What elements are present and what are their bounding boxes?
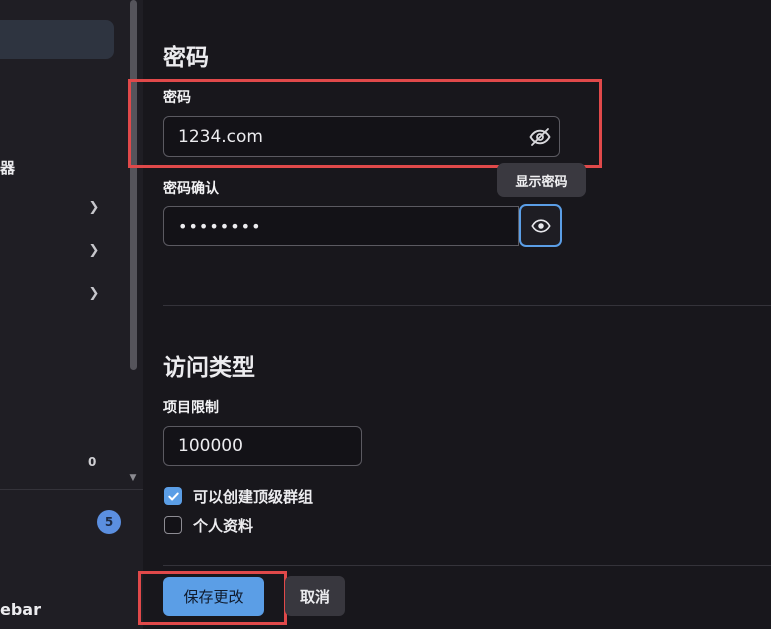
access-section-heading: 访问类型: [163, 355, 255, 381]
checkmark-icon: [167, 492, 179, 500]
sidebar-item-fragment[interactable]: 器: [0, 157, 15, 178]
sidebar-divider: [0, 489, 143, 490]
projects-limit-value: 100000: [178, 436, 243, 456]
password-section-heading: 密码: [163, 45, 209, 71]
cancel-button[interactable]: 取消: [285, 576, 345, 616]
password-confirm-input[interactable]: ••••••••: [163, 206, 519, 246]
password-label: 密码: [163, 90, 191, 106]
sidebar: 器 ❯ ❯ ❯ 0 ▼ 5 ebar: [0, 0, 143, 629]
can-create-group-label[interactable]: 可以创建顶级群组: [193, 486, 313, 507]
projects-limit-input[interactable]: 100000: [163, 426, 362, 466]
chevron-right-icon[interactable]: ❯: [88, 243, 100, 258]
sidebar-count: 0: [88, 455, 97, 469]
count-badge: 5: [97, 510, 121, 534]
save-changes-button[interactable]: 保存更改: [163, 577, 264, 616]
password-input[interactable]: 1234.com: [163, 116, 560, 157]
private-profile-label[interactable]: 个人资料: [193, 515, 253, 536]
footer-divider: [163, 565, 771, 566]
can-create-group-checkbox[interactable]: [164, 487, 182, 505]
eye-off-icon[interactable]: [528, 125, 552, 149]
show-password-tooltip: 显示密码: [497, 163, 586, 197]
sidebar-active-item[interactable]: [0, 20, 114, 59]
password-confirm-masked: ••••••••: [178, 216, 262, 236]
sidebar-scrollbar-thumb[interactable]: [130, 0, 137, 370]
password-value: 1234.com: [178, 126, 263, 147]
chevron-right-icon[interactable]: ❯: [88, 286, 100, 301]
eye-icon: [530, 218, 551, 233]
show-password-button[interactable]: [519, 204, 562, 247]
projects-limit-label: 项目限制: [163, 400, 219, 416]
scroll-down-arrow-icon[interactable]: ▼: [128, 473, 138, 487]
private-profile-checkbox[interactable]: [164, 516, 182, 534]
sidebar-toggle-label[interactable]: ebar: [0, 600, 41, 619]
chevron-right-icon[interactable]: ❯: [88, 200, 100, 215]
password-confirm-label: 密码确认: [163, 181, 219, 197]
section-divider: [163, 305, 771, 306]
